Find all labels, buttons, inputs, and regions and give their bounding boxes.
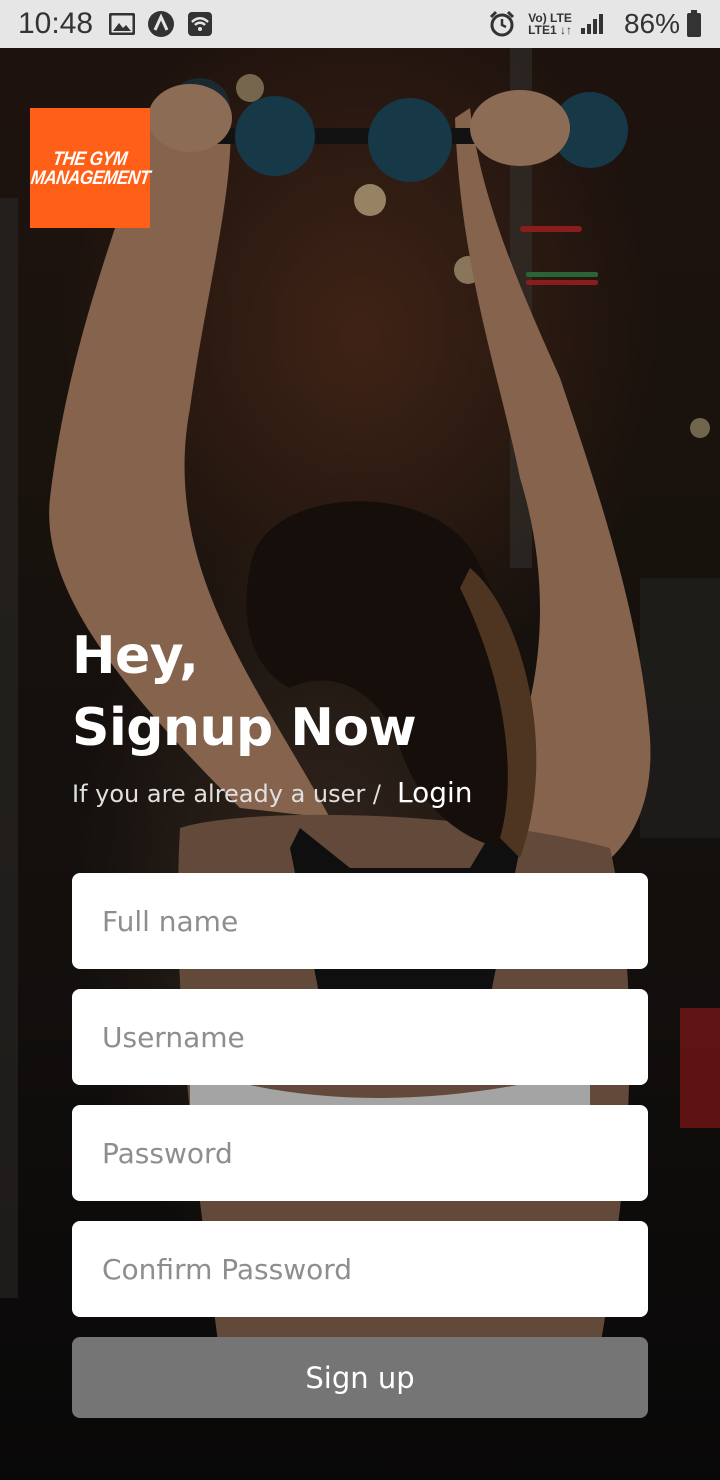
full-name-input[interactable] [72, 873, 648, 969]
gym-logo: THE GYM MANAGEMENT [29, 108, 151, 228]
wifi-icon [187, 11, 213, 37]
heading-title: Signup Now [72, 698, 417, 758]
status-bar-left: 10:48 [18, 7, 225, 41]
login-prompt: If you are already a user / Login [72, 776, 473, 809]
image-icon [109, 13, 136, 35]
app-notification-icon [147, 10, 175, 38]
sign-up-button[interactable]: Sign up [72, 1337, 648, 1418]
status-bar-right: Vo) LTE LTE1 ↓↑ 86% [488, 8, 702, 40]
battery-percent: 86% [623, 8, 680, 39]
password-input[interactable] [72, 1105, 648, 1201]
status-bar: 10:48 Vo) LTE LTE1 ↓↑ 86% [0, 0, 720, 48]
login-link[interactable]: Login [397, 776, 473, 809]
network-type: Vo) LTE LTE1 ↓↑ [528, 11, 572, 37]
page-heading: Hey, Signup Now [72, 620, 417, 764]
heading-greeting: Hey, [72, 626, 199, 686]
signal-icon [580, 13, 604, 35]
login-prompt-text: If you are already a user / [72, 780, 381, 808]
logo-line-2: MANAGEMENT [29, 166, 151, 189]
confirm-password-input[interactable] [72, 1221, 648, 1317]
battery-icon [686, 10, 702, 38]
username-input[interactable] [72, 989, 648, 1085]
clock: 10:48 [18, 7, 94, 40]
alarm-icon [488, 10, 516, 38]
